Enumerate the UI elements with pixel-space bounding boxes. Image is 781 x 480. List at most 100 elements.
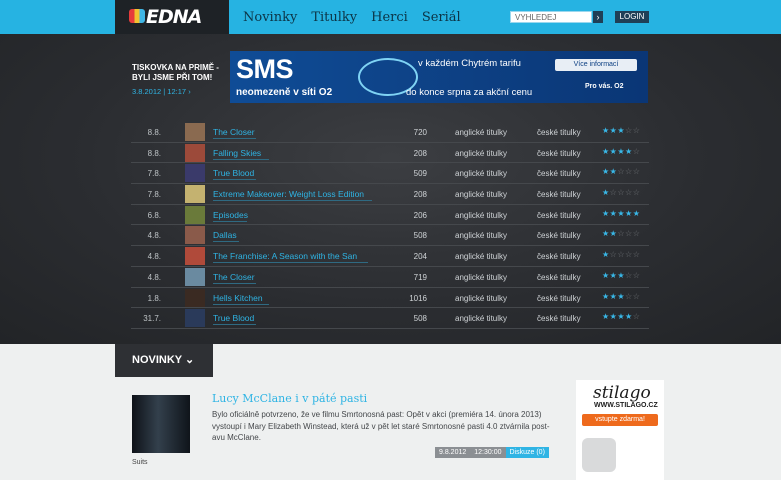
star-icon[interactable]: ★ <box>617 209 625 218</box>
row-english-subtitles[interactable]: anglické titulky <box>455 149 507 158</box>
star-icon[interactable]: ☆ <box>617 167 625 176</box>
row-title[interactable]: Dallas <box>213 231 237 240</box>
star-icon[interactable]: ☆ <box>633 229 641 238</box>
star-icon[interactable]: ☆ <box>633 167 641 176</box>
row-title[interactable]: The Closer <box>213 128 255 137</box>
table-row[interactable]: 1.8. Hells Kitchen 1016 anglické titulky čes… <box>131 288 649 309</box>
banner-ad[interactable]: SMS neomezeně v síti O2 v každém Chytrém… <box>230 51 648 103</box>
banner-info-button[interactable]: Více informací <box>555 59 637 71</box>
site-logo[interactable]: EDNA <box>115 0 229 34</box>
star-icon[interactable]: ☆ <box>633 188 641 197</box>
row-thumbnail[interactable] <box>185 143 205 162</box>
row-czech-subtitles[interactable]: české titulky <box>537 211 581 220</box>
row-english-subtitles[interactable]: anglické titulky <box>455 273 507 282</box>
star-icon[interactable]: ★ <box>625 209 633 218</box>
row-rating[interactable]: ★★★★☆ <box>602 312 640 321</box>
table-row[interactable]: 4.8. The Franchise: A Season with the San… <box>131 246 649 267</box>
nav-herci[interactable]: Herci <box>371 10 408 25</box>
star-icon[interactable]: ★ <box>602 229 610 238</box>
row-english-subtitles[interactable]: anglické titulky <box>455 294 507 303</box>
star-icon[interactable]: ★ <box>602 167 610 176</box>
row-english-subtitles[interactable]: anglické titulky <box>455 211 507 220</box>
star-icon[interactable]: ★ <box>617 147 625 156</box>
star-icon[interactable]: ★ <box>602 271 610 280</box>
login-button[interactable]: LOGIN <box>615 11 649 23</box>
row-czech-subtitles[interactable]: české titulky <box>537 294 581 303</box>
row-thumbnail[interactable] <box>185 164 205 183</box>
table-row[interactable]: 8.8. Falling Skies 208 anglické titulky česk… <box>131 143 649 164</box>
row-title[interactable]: Falling Skies <box>213 148 261 158</box>
star-icon[interactable]: ★ <box>617 312 625 321</box>
row-rating[interactable]: ★★☆☆☆ <box>602 229 640 238</box>
star-icon[interactable]: ☆ <box>625 167 633 176</box>
star-icon[interactable]: ☆ <box>617 229 625 238</box>
row-english-subtitles[interactable]: anglické titulky <box>455 128 507 137</box>
star-icon[interactable]: ☆ <box>625 250 633 259</box>
row-title[interactable]: Extreme Makeover: Weight Loss Edition <box>213 190 364 199</box>
row-rating[interactable]: ★★★★☆ <box>602 147 640 156</box>
row-title[interactable]: The Closer <box>213 272 255 282</box>
row-rating[interactable]: ★☆☆☆☆ <box>602 188 640 197</box>
row-thumbnail[interactable] <box>185 226 205 245</box>
row-title[interactable]: True Blood <box>213 169 254 178</box>
star-icon[interactable]: ★ <box>617 271 625 280</box>
search-input[interactable]: VYHLEDEJ <box>510 11 592 23</box>
star-icon[interactable]: ☆ <box>625 229 633 238</box>
row-title[interactable]: The Franchise: A Season with the San <box>213 252 357 261</box>
row-rating[interactable]: ★☆☆☆☆ <box>602 250 640 259</box>
discussion-link[interactable]: Diskuze (0) <box>505 447 549 458</box>
nav-titulky[interactable]: Titulky <box>311 10 357 25</box>
row-english-subtitles[interactable]: anglické titulky <box>455 252 507 261</box>
row-czech-subtitles[interactable]: české titulky <box>537 273 581 282</box>
star-icon[interactable]: ☆ <box>633 250 641 259</box>
star-icon[interactable]: ★ <box>633 209 641 218</box>
table-row[interactable]: 7.8. Extreme Makeover: Weight Loss Editio… <box>131 184 649 205</box>
promo-block[interactable]: TISKOVKA NA PRIMĚ - BYLI JSME PŘI TOM! 3… <box>132 63 227 96</box>
row-thumbnail[interactable] <box>185 247 205 266</box>
star-icon[interactable]: ☆ <box>617 188 625 197</box>
row-czech-subtitles[interactable]: české titulky <box>537 128 581 137</box>
row-thumbnail[interactable] <box>185 309 205 328</box>
row-thumbnail[interactable] <box>185 123 205 141</box>
row-thumbnail[interactable] <box>185 288 205 307</box>
row-rating[interactable]: ★★☆☆☆ <box>602 167 640 176</box>
row-rating[interactable]: ★★★★★ <box>602 209 640 218</box>
star-icon[interactable]: ☆ <box>625 188 633 197</box>
row-thumbnail[interactable] <box>185 185 205 204</box>
row-english-subtitles[interactable]: anglické titulky <box>455 190 507 199</box>
table-row[interactable]: 4.8. Dallas 508 anglické titulky české titul… <box>131 225 649 247</box>
row-rating[interactable]: ★★★☆☆ <box>602 126 640 135</box>
row-czech-subtitles[interactable]: české titulky <box>537 169 581 178</box>
side-ad[interactable]: stilago WWW.STILAGO.CZ vstupte zdarma! <box>576 380 664 480</box>
table-row[interactable]: 4.8. The Closer 719 anglické titulky české t… <box>131 267 649 288</box>
star-icon[interactable]: ★ <box>602 292 610 301</box>
row-title[interactable]: Hells Kitchen <box>213 293 263 303</box>
star-icon[interactable]: ★ <box>602 250 610 259</box>
side-ad-button[interactable]: vstupte zdarma! <box>582 414 658 426</box>
star-icon[interactable]: ☆ <box>633 147 641 156</box>
row-rating[interactable]: ★★★☆☆ <box>602 292 640 301</box>
table-row[interactable]: 7.8. True Blood 509 anglické titulky české t… <box>131 163 649 185</box>
star-icon[interactable]: ★ <box>602 312 610 321</box>
star-icon[interactable]: ☆ <box>633 271 641 280</box>
star-icon[interactable]: ★ <box>625 312 633 321</box>
table-row[interactable]: 31.7. True Blood 508 anglické titulky české … <box>131 308 649 329</box>
row-english-subtitles[interactable]: anglické titulky <box>455 169 507 178</box>
table-row[interactable]: 8.8. The Closer 720 anglické titulky české t… <box>131 122 649 143</box>
row-english-subtitles[interactable]: anglické titulky <box>455 231 507 240</box>
row-czech-subtitles[interactable]: české titulky <box>537 252 581 261</box>
star-icon[interactable]: ★ <box>602 147 610 156</box>
row-title[interactable]: True Blood <box>213 314 254 323</box>
row-english-subtitles[interactable]: anglické titulky <box>455 314 507 323</box>
row-thumbnail[interactable] <box>185 205 205 224</box>
star-icon[interactable]: ★ <box>617 292 625 301</box>
row-rating[interactable]: ★★★☆☆ <box>602 271 640 280</box>
star-icon[interactable]: ★ <box>625 147 633 156</box>
nav-serial[interactable]: Seriál <box>422 10 461 25</box>
star-icon[interactable]: ☆ <box>633 312 641 321</box>
star-icon[interactable]: ★ <box>602 126 610 135</box>
row-czech-subtitles[interactable]: české titulky <box>537 149 581 158</box>
nav-novinky[interactable]: Novinky <box>243 10 297 25</box>
star-icon[interactable]: ☆ <box>633 292 641 301</box>
star-icon[interactable]: ★ <box>617 126 625 135</box>
